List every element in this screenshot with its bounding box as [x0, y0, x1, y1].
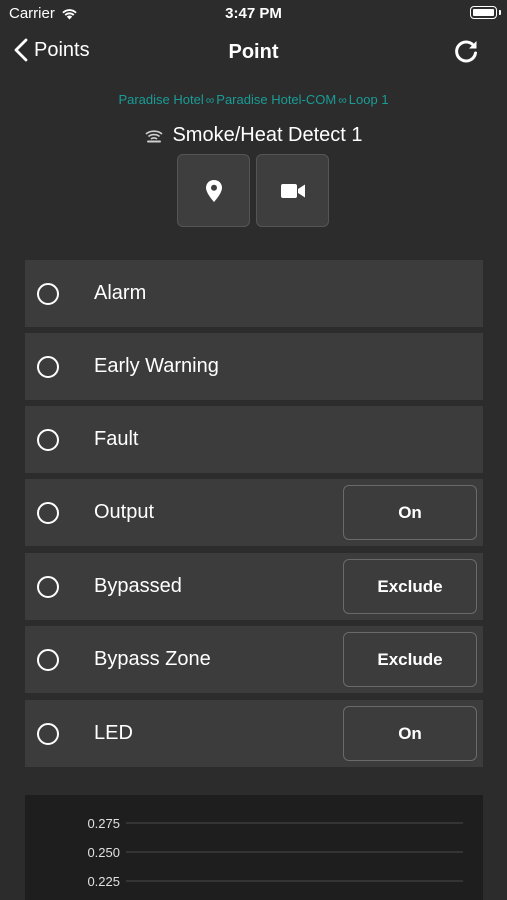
- link-icon: ∞: [338, 92, 347, 107]
- nav-bar: Points Point: [0, 30, 507, 76]
- status-time: 3:47 PM: [225, 5, 282, 22]
- camera-button[interactable]: [256, 154, 329, 227]
- status-row-bypassed[interactable]: Bypassed Exclude: [25, 553, 483, 620]
- row-label-alarm: Alarm: [94, 282, 147, 304]
- chart-y-tick-label: 0.225: [87, 874, 120, 889]
- refresh-button[interactable]: [453, 38, 479, 69]
- chart-y-tick-label: 0.250: [87, 845, 120, 860]
- status-row-alarm[interactable]: Alarm: [25, 260, 483, 327]
- bypassed-exclude-button[interactable]: Exclude: [343, 559, 477, 614]
- status-row-output[interactable]: Output On: [25, 479, 483, 546]
- radio-alarm[interactable]: [37, 282, 59, 305]
- status-row-fault[interactable]: Fault: [25, 406, 483, 473]
- output-on-button[interactable]: On: [343, 485, 477, 540]
- location-pin-icon: [205, 179, 222, 202]
- row-label-bypass-zone: Bypass Zone: [94, 648, 211, 670]
- status-bar: Carrier 3:47 PM: [0, 0, 507, 28]
- radio-led[interactable]: [37, 722, 59, 745]
- radio-output[interactable]: [37, 501, 59, 524]
- chart-y-tick-label: 0.275: [87, 816, 120, 831]
- refresh-icon: [455, 40, 477, 63]
- row-label-bypassed: Bypassed: [94, 575, 182, 597]
- status-row-led[interactable]: LED On: [25, 700, 483, 767]
- breadcrumb-loop[interactable]: Loop 1: [349, 92, 389, 107]
- radio-bypassed[interactable]: [37, 575, 59, 598]
- row-label-fault: Fault: [94, 428, 139, 450]
- row-label-early-warning: Early Warning: [94, 355, 219, 377]
- led-on-button[interactable]: On: [343, 706, 477, 761]
- breadcrumb: Paradise Hotel ∞ Paradise Hotel-COM ∞ Lo…: [0, 92, 507, 107]
- radio-fault[interactable]: [37, 428, 59, 451]
- page-title: Point: [228, 41, 279, 63]
- status-row-early-warning[interactable]: Early Warning: [25, 333, 483, 400]
- smoke-detector-icon: [145, 129, 163, 142]
- row-label-output: Output: [94, 501, 155, 523]
- link-icon: ∞: [205, 92, 215, 107]
- row-label-led: LED: [94, 722, 133, 744]
- radio-early-warning[interactable]: [37, 355, 59, 378]
- chart-panel: 0.275 0.250 0.225: [25, 795, 483, 900]
- video-camera-icon: [280, 183, 305, 198]
- breadcrumb-panel[interactable]: Paradise Hotel-COM: [216, 92, 336, 107]
- status-row-bypass-zone[interactable]: Bypass Zone Exclude: [25, 626, 483, 693]
- battery-icon: [470, 6, 501, 19]
- line-chart: 0.275 0.250 0.225: [87, 816, 463, 889]
- radio-bypass-zone[interactable]: [37, 648, 59, 671]
- bypass-zone-exclude-button[interactable]: Exclude: [343, 632, 477, 687]
- breadcrumb-site[interactable]: Paradise Hotel: [118, 92, 203, 107]
- device-name: Smoke/Heat Detect 1: [172, 124, 363, 146]
- location-button[interactable]: [177, 154, 250, 227]
- device-title: Smoke/Heat Detect 1: [0, 124, 507, 147]
